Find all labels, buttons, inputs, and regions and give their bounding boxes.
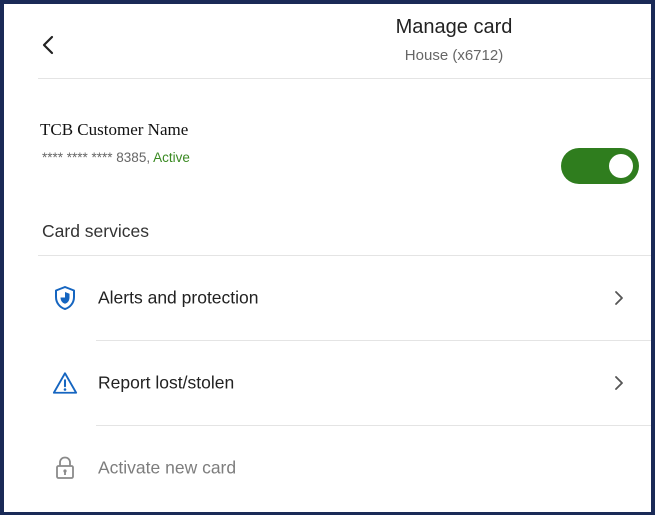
page-subtitle: House (x6712)	[404, 47, 504, 64]
alerts-and-protection-label: Alerts and protection	[98, 287, 259, 308]
card-services-heading: Card services	[42, 221, 149, 241]
toggle-knob	[609, 154, 633, 178]
card-status: Active	[153, 150, 190, 165]
back-button[interactable]	[36, 32, 60, 58]
masked-card-number: **** **** **** 8385,	[42, 150, 154, 165]
report-lost-stolen-row[interactable]: Report lost/stolen	[8, 341, 655, 425]
alerts-and-protection-row[interactable]: Alerts and protection	[8, 256, 655, 340]
header-divider	[38, 78, 651, 79]
activate-new-card-label: Activate new card	[98, 457, 237, 478]
customer-name: TCB Customer Name	[40, 120, 189, 139]
warning-icon	[52, 369, 78, 397]
chevron-right-icon	[612, 374, 626, 392]
chevron-left-icon	[42, 35, 54, 55]
report-lost-stolen-label: Report lost/stolen	[98, 372, 235, 393]
activate-new-card-row[interactable]: Activate new card	[8, 426, 655, 510]
chevron-right-icon	[612, 289, 626, 307]
page-title: Manage card	[395, 16, 513, 38]
shield-icon	[52, 284, 78, 312]
lock-icon	[52, 454, 78, 482]
card-number-line: **** **** **** 8385, Active	[42, 150, 190, 165]
app-frame: Manage card House (x6712) TCB Customer N…	[0, 0, 655, 515]
card-active-toggle[interactable]	[561, 148, 639, 184]
